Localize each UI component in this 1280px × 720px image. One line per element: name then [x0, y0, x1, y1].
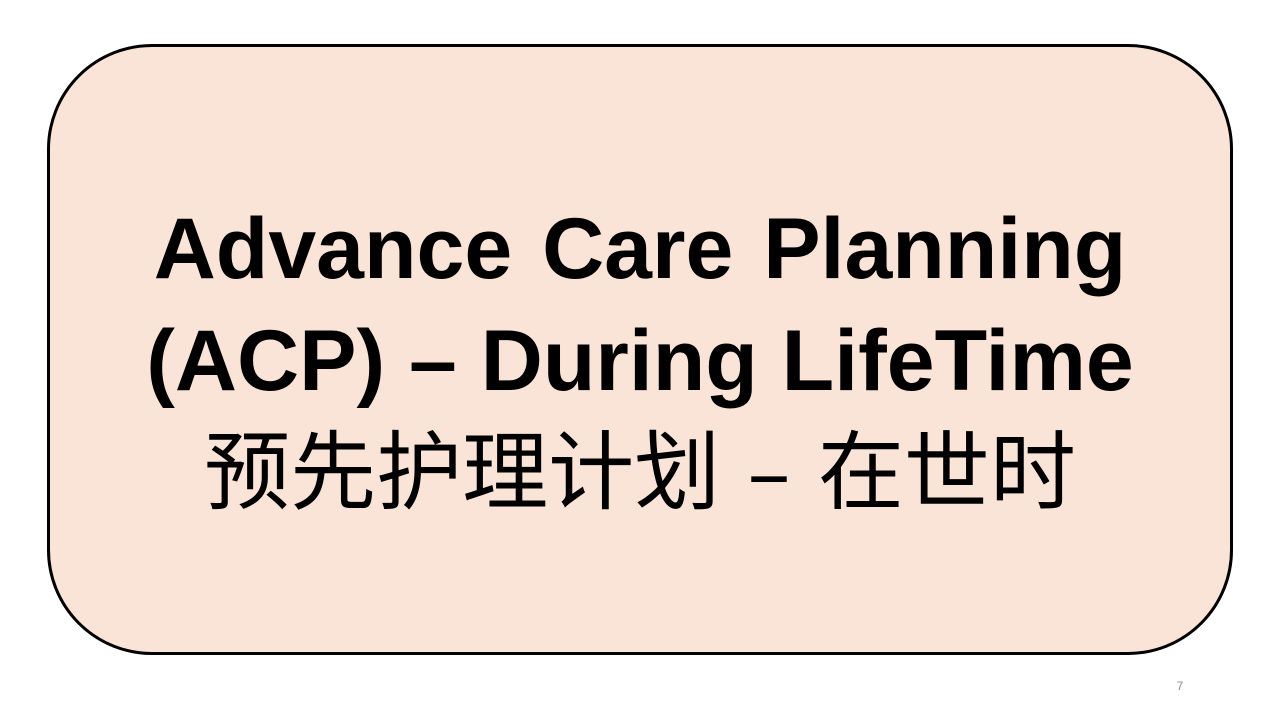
- title-line-english-1: Advance Care Planning: [153, 200, 1127, 297]
- title-box: Advance Care Planning (ACP) – During Lif…: [47, 44, 1233, 655]
- slide: Advance Care Planning (ACP) – During Lif…: [0, 0, 1280, 720]
- title-line-chinese: 预先护理计划 – 在世时: [204, 422, 1076, 523]
- title-line-english-2: (ACP) – During LifeTime: [146, 312, 1134, 409]
- page-number: 7: [1176, 679, 1184, 693]
